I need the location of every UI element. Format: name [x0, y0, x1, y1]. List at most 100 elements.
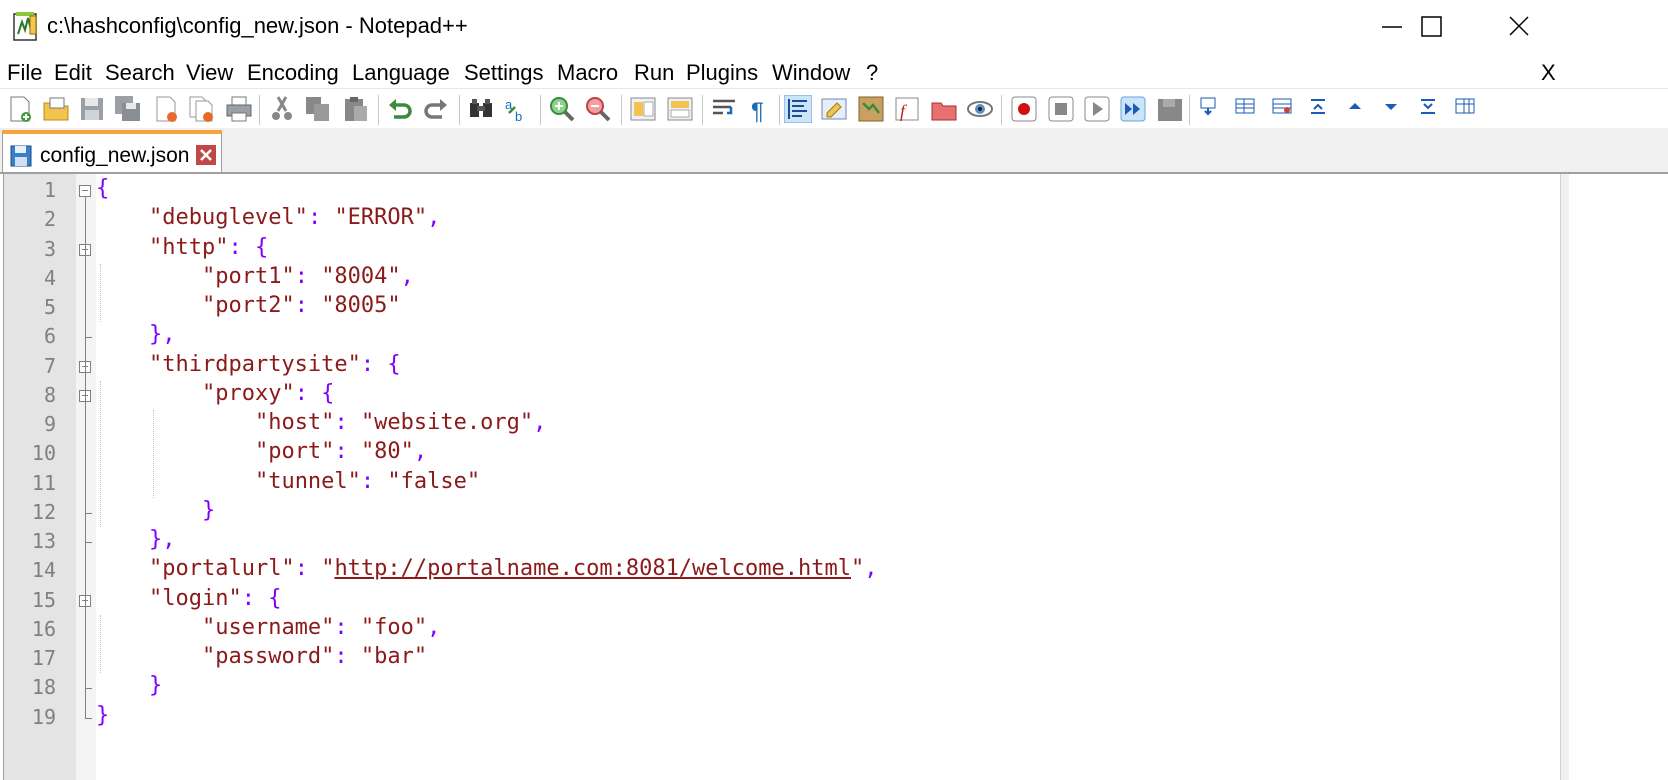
- copy-icon[interactable]: [304, 95, 332, 123]
- code-token: "debuglevel": [148, 205, 308, 231]
- indent-guide: [100, 263, 101, 323]
- plugin-4-icon[interactable]: [1306, 95, 1330, 119]
- code-line: "host": "website.org",: [96, 410, 546, 435]
- line-number: 16: [31, 616, 56, 641]
- replace-icon[interactable]: ab: [503, 95, 531, 123]
- code-token: : {: [360, 351, 401, 377]
- close-all-icon[interactable]: [188, 95, 216, 123]
- find-icon[interactable]: [467, 95, 495, 123]
- word-wrap-icon[interactable]: [710, 95, 738, 123]
- code-line: "proxy": {: [96, 381, 334, 406]
- indent-guide: [153, 410, 154, 498]
- menu-settings[interactable]: Settings: [464, 60, 544, 86]
- menu-edit[interactable]: Edit: [54, 60, 92, 86]
- paste-icon[interactable]: [341, 95, 369, 123]
- save-all-icon[interactable]: [114, 95, 142, 123]
- sync-horizontal-icon[interactable]: [666, 95, 694, 123]
- close-tab-icon[interactable]: [195, 144, 217, 166]
- line-number: 17: [31, 646, 56, 670]
- monitoring-icon[interactable]: [966, 95, 994, 123]
- stop-macro-icon[interactable]: [1047, 95, 1075, 123]
- line-number: 15: [31, 587, 56, 612]
- code-token: "80": [360, 439, 414, 465]
- vertical-scrollbar[interactable]: [1560, 174, 1569, 780]
- menu-window[interactable]: Window: [772, 60, 850, 86]
- code-token: ,: [427, 205, 441, 231]
- tab-bar: config_new.json: [0, 128, 1668, 174]
- folder-workspace-icon[interactable]: [930, 95, 958, 123]
- code-line: },: [96, 527, 176, 552]
- menu-help[interactable]: ?: [866, 60, 878, 86]
- maximize-icon: [1421, 16, 1442, 37]
- maximize-button[interactable]: [1386, 0, 1476, 54]
- toolbar-separator: [1189, 95, 1190, 125]
- code-line: },: [96, 322, 176, 347]
- plugin-1-icon[interactable]: [1196, 95, 1220, 119]
- sync-vertical-icon[interactable]: [629, 95, 657, 123]
- close-document-button[interactable]: X: [1541, 60, 1556, 86]
- run-macro-multiple-icon[interactable]: [1119, 95, 1147, 123]
- code-token: : {: [294, 380, 335, 406]
- url-link[interactable]: http://portalname.com:8081/welcome.html: [334, 556, 851, 581]
- menu-file[interactable]: File: [7, 60, 42, 86]
- play-macro-icon[interactable]: [1083, 95, 1111, 123]
- code-token: "proxy": [201, 380, 295, 406]
- save-icon[interactable]: [78, 95, 106, 123]
- menu-view[interactable]: View: [186, 60, 233, 86]
- document-map-icon[interactable]: [857, 95, 885, 123]
- code-token: "login": [148, 585, 242, 611]
- undo-icon[interactable]: [386, 95, 414, 123]
- menu-language[interactable]: Language: [352, 60, 450, 86]
- toolbar-separator: [779, 95, 780, 125]
- close-icon[interactable]: [152, 95, 180, 123]
- code-line: }: [96, 498, 215, 523]
- plugin-8-icon[interactable]: [1453, 95, 1477, 119]
- plugin-7-icon[interactable]: [1416, 95, 1440, 119]
- svg-text:¶: ¶: [751, 98, 764, 123]
- line-number: 8: [43, 382, 56, 407]
- print-icon[interactable]: [225, 95, 253, 123]
- redo-icon[interactable]: [422, 95, 450, 123]
- code-line: "username": "foo",: [96, 615, 440, 640]
- code-token: },: [148, 527, 176, 552]
- close-window-button[interactable]: [1474, 0, 1564, 54]
- code-token: "tunnel": [254, 468, 361, 494]
- tab-config-new-json[interactable]: config_new.json: [2, 130, 222, 172]
- save-macro-icon[interactable]: [1156, 95, 1184, 123]
- zoom-in-icon[interactable]: [548, 95, 576, 123]
- code-editor[interactable]: 1{2 "debuglevel": "ERROR", 3 "http": {4 "…: [3, 174, 1561, 780]
- new-file-icon[interactable]: [6, 95, 34, 123]
- language-udl-icon[interactable]: [820, 95, 848, 123]
- plugin-5-icon[interactable]: [1343, 95, 1367, 119]
- line-number: 18: [31, 675, 56, 700]
- menu-macro[interactable]: Macro: [557, 60, 618, 86]
- record-macro-icon[interactable]: [1010, 95, 1038, 123]
- plugin-2-icon[interactable]: [1233, 95, 1257, 119]
- code-token: "host": [254, 410, 335, 435]
- code-token: "port": [254, 439, 335, 465]
- close-window-icon: [1509, 16, 1529, 36]
- show-all-chars-icon[interactable]: ¶: [746, 95, 774, 123]
- indent-guide-icon[interactable]: [784, 95, 812, 123]
- code-line: }: [96, 673, 162, 698]
- menu-run[interactable]: Run: [634, 60, 674, 86]
- plugin-3-icon[interactable]: [1270, 95, 1294, 119]
- function-list-icon[interactable]: f: [893, 95, 921, 123]
- fold-end-marker: [85, 542, 92, 543]
- cut-icon[interactable]: [268, 95, 296, 123]
- menu-encoding[interactable]: Encoding: [247, 60, 339, 86]
- plugin-6-icon[interactable]: [1379, 95, 1403, 119]
- menu-search[interactable]: Search: [105, 60, 175, 86]
- code-token: ,: [400, 263, 414, 289]
- menu-plugins[interactable]: Plugins: [686, 60, 758, 86]
- code-token: ": [321, 556, 335, 582]
- open-file-icon[interactable]: [42, 95, 70, 123]
- tab-label: config_new.json: [40, 144, 190, 167]
- fold-toggle-icon[interactable]: [79, 185, 91, 197]
- code-token: "bar": [360, 644, 428, 669]
- zoom-out-icon[interactable]: [584, 95, 612, 123]
